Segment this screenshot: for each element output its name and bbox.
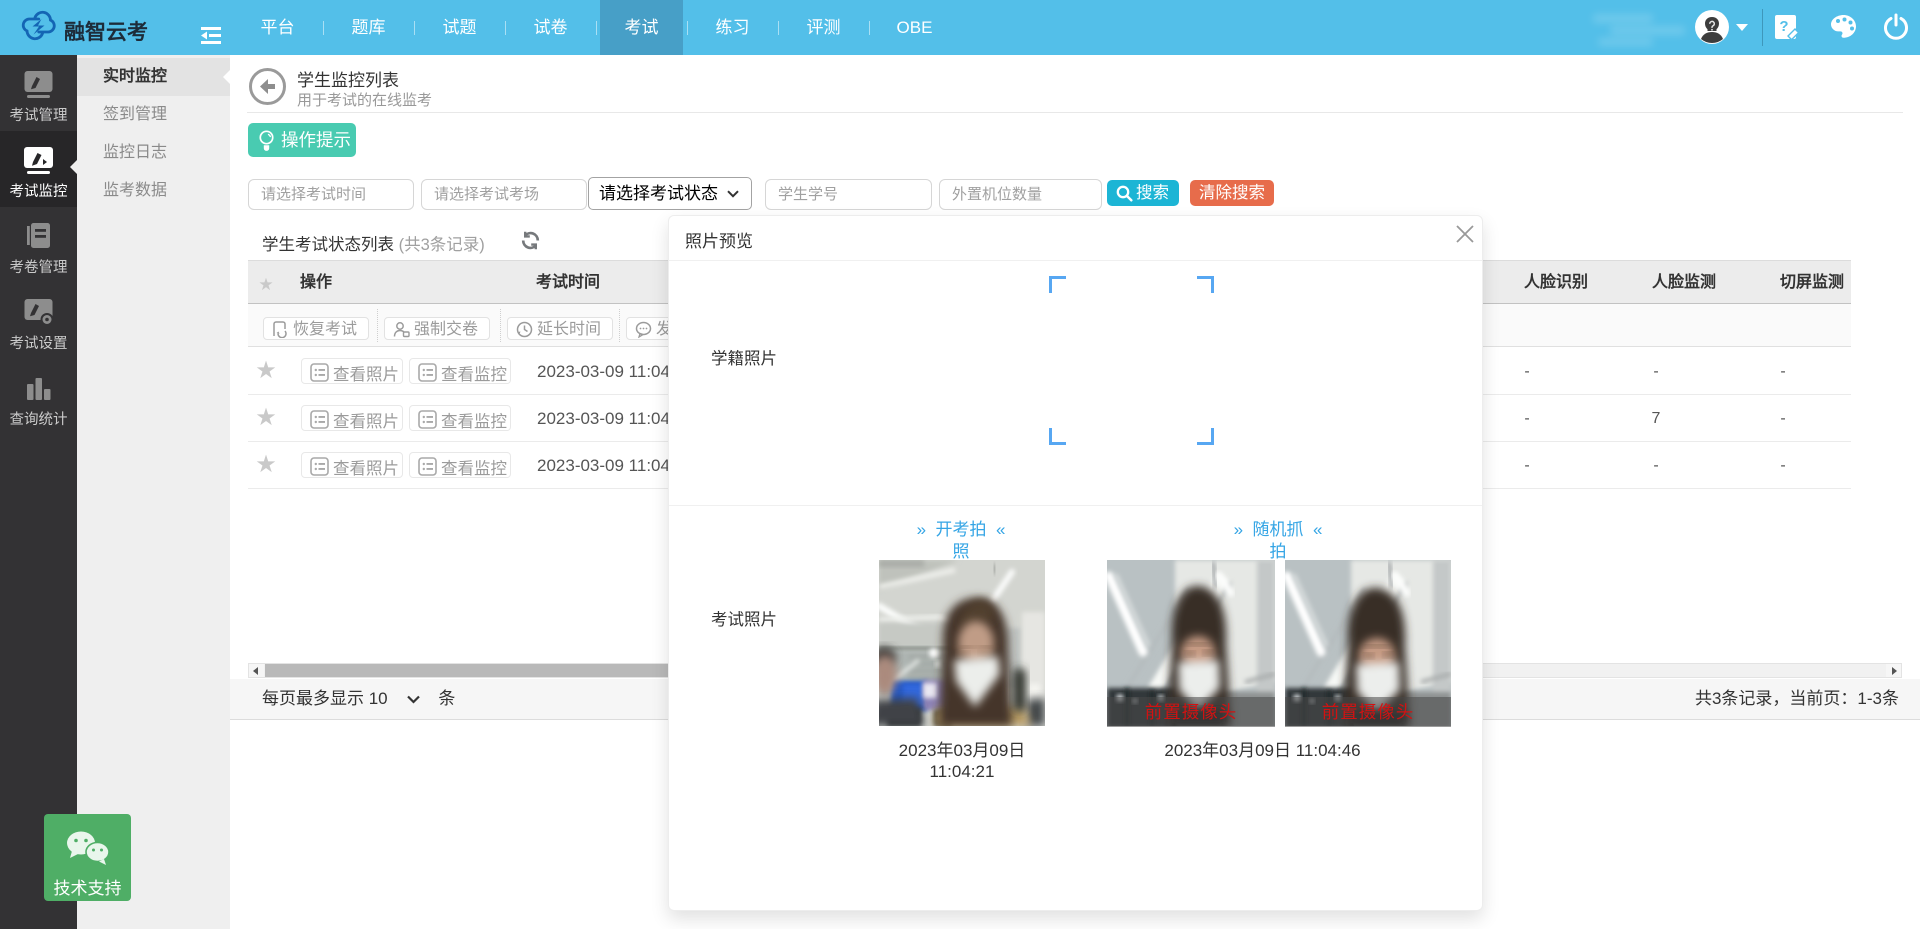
svg-text:?: ? <box>1779 18 1788 35</box>
